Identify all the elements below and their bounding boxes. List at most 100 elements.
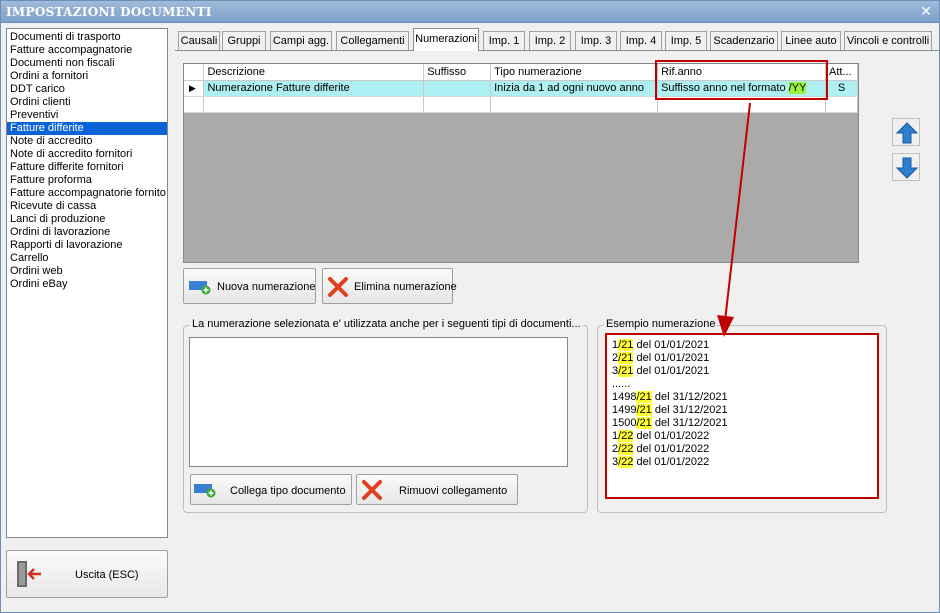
list-item[interactable]: Fatture differite	[7, 122, 167, 135]
example-year-suffix: /21	[618, 352, 634, 364]
list-item[interactable]: Fatture accompagnatorie fornito	[7, 187, 167, 200]
example-date: del 01/01/2021	[633, 352, 710, 364]
new-numbering-button[interactable]: Nuova numerazione	[183, 268, 316, 304]
tab-gruppi[interactable]: Gruppi	[222, 31, 266, 50]
column-header-descrizione[interactable]: Descrizione	[203, 64, 425, 81]
column-header-rif-anno[interactable]: Rif.anno	[657, 64, 826, 81]
row-indicator-icon: ▶	[184, 80, 205, 97]
list-item[interactable]: Documenti non fiscali	[7, 57, 167, 70]
example-number: ......	[612, 378, 631, 390]
example-date: del 31/12/2021	[651, 417, 728, 429]
example-date: del 01/01/2022	[633, 456, 710, 468]
list-item[interactable]: Ordini web	[7, 265, 167, 278]
example-year-suffix: /21	[636, 417, 652, 429]
cell-rif-anno[interactable]: Suffisso anno nel formato /YY	[657, 80, 826, 97]
list-item[interactable]: DDT carico	[7, 83, 167, 96]
tab-imp-4[interactable]: Imp. 4	[620, 31, 662, 50]
exit-button[interactable]: Uscita (ESC)	[6, 550, 168, 598]
list-item[interactable]: Note di accredito	[7, 135, 167, 148]
tab-linee-auto[interactable]: Linee auto	[781, 31, 841, 50]
cell-empty[interactable]	[203, 96, 425, 113]
example-line: 1500/21 del 31/12/2021	[612, 417, 873, 430]
link-doc-type-label: Collega tipo documento	[230, 485, 346, 497]
example-line: ......	[612, 378, 873, 391]
cell-descrizione[interactable]: Numerazione Fatture differite	[203, 80, 425, 97]
example-number: 1499	[612, 404, 637, 416]
column-header-attivo[interactable]: Att...	[825, 64, 859, 81]
cell-attivo[interactable]: S	[825, 80, 859, 97]
example-line: 2/21 del 01/01/2021	[612, 352, 873, 365]
list-item[interactable]: Fatture differite fornitori	[7, 161, 167, 174]
example-date: del 01/01/2021	[633, 339, 710, 351]
window-title: IMPOSTAZIONI DOCUMENTI	[6, 5, 212, 19]
document-type-list[interactable]: Documenti di trasporto Fatture accompagna…	[6, 28, 168, 538]
list-item[interactable]: Ordini clienti	[7, 96, 167, 109]
numbering-grid[interactable]: Descrizione Suffisso Tipo numerazione Ri…	[183, 63, 859, 263]
tab-imp-5[interactable]: Imp. 5	[665, 31, 707, 50]
link-doc-type-button[interactable]: Collega tipo documento	[190, 474, 352, 505]
delete-numbering-button[interactable]: Elimina numerazione	[322, 268, 457, 304]
list-item[interactable]: Fatture accompagnatorie	[7, 44, 167, 57]
table-row-new[interactable]	[184, 96, 859, 113]
example-date: del 01/01/2022	[633, 430, 710, 442]
move-down-button[interactable]	[892, 153, 920, 181]
arrow-down-icon	[896, 157, 918, 179]
example-date: del 01/01/2022	[633, 443, 710, 455]
close-icon[interactable]: ✕	[919, 4, 933, 18]
cell-empty[interactable]	[423, 96, 492, 113]
list-item[interactable]: Rapporti di lavorazione	[7, 239, 167, 252]
column-header-tipo-numerazione[interactable]: Tipo numerazione	[490, 64, 659, 81]
linked-documents-legend: La numerazione selezionata e' utilizzata…	[190, 318, 583, 330]
example-date: del 31/12/2021	[651, 404, 728, 416]
tab-scadenzario[interactable]: Scadenzario	[710, 31, 778, 50]
delete-x-icon	[362, 480, 382, 500]
example-line: 3/22 del 01/01/2022	[612, 456, 873, 469]
tab-imp-2[interactable]: Imp. 2	[529, 31, 571, 50]
list-item[interactable]: Lanci di produzione	[7, 213, 167, 226]
tab-collegamenti[interactable]: Collegamenti	[336, 31, 409, 50]
exit-button-label: Uscita (ESC)	[75, 569, 139, 581]
tab-imp-1[interactable]: Imp. 1	[483, 31, 525, 50]
list-item[interactable]: Fatture proforma	[7, 174, 167, 187]
linked-documents-list[interactable]	[189, 337, 568, 467]
list-item[interactable]: Ordini a fornitori	[7, 70, 167, 83]
cell-empty[interactable]	[657, 96, 826, 113]
move-up-button[interactable]	[892, 118, 920, 146]
example-year-suffix: /21	[618, 365, 634, 377]
tab-numerazioni[interactable]: Numerazioni	[413, 28, 479, 51]
example-year-suffix: /21	[636, 404, 652, 416]
example-numbering-legend: Esempio numerazione	[604, 318, 718, 330]
tab-vincoli-e-controlli[interactable]: Vincoli e controlli	[844, 31, 932, 50]
cell-empty[interactable]	[490, 96, 659, 113]
example-line: 1/21 del 01/01/2021	[612, 339, 873, 352]
example-number: 1500	[612, 417, 637, 429]
list-item[interactable]: Carrello	[7, 252, 167, 265]
tab-campi-agg[interactable]: Campi agg.	[270, 31, 332, 50]
grid-corner	[184, 64, 205, 81]
delete-x-icon	[328, 277, 348, 297]
settings-window: IMPOSTAZIONI DOCUMENTI ✕ Documenti di tr…	[0, 0, 940, 613]
list-item[interactable]: Preventivi	[7, 109, 167, 122]
table-row[interactable]: ▶ Numerazione Fatture differite Inizia d…	[184, 80, 859, 97]
example-year-suffix: /21	[636, 391, 652, 403]
column-header-suffisso[interactable]: Suffisso	[423, 64, 492, 81]
list-item[interactable]: Ordini eBay	[7, 278, 167, 291]
example-year-suffix: /21	[618, 339, 634, 351]
example-year-suffix: /22	[618, 456, 634, 468]
example-line: 1/22 del 01/01/2022	[612, 430, 873, 443]
tab-causali[interactable]: Causali	[178, 31, 220, 50]
title-bar: IMPOSTAZIONI DOCUMENTI ✕	[1, 1, 939, 23]
remove-link-button[interactable]: Rimuovi collegamento	[356, 474, 518, 505]
list-item[interactable]: Ordini di lavorazione	[7, 226, 167, 239]
list-item[interactable]: Documenti di trasporto	[7, 31, 167, 44]
list-item[interactable]: Ricevute di cassa	[7, 200, 167, 213]
example-line: 1499/21 del 31/12/2021	[612, 404, 873, 417]
cell-suffisso[interactable]	[423, 80, 492, 97]
list-item[interactable]: Note di accredito fornitori	[7, 148, 167, 161]
cell-tipo-numerazione[interactable]: Inizia da 1 ad ogni nuovo anno	[490, 80, 659, 97]
example-line: 1498/21 del 31/12/2021	[612, 391, 873, 404]
example-year-suffix: /22	[618, 430, 634, 442]
cell-empty[interactable]	[825, 96, 859, 113]
tab-imp-3[interactable]: Imp. 3	[575, 31, 617, 50]
rif-anno-format: /YY	[788, 82, 807, 94]
